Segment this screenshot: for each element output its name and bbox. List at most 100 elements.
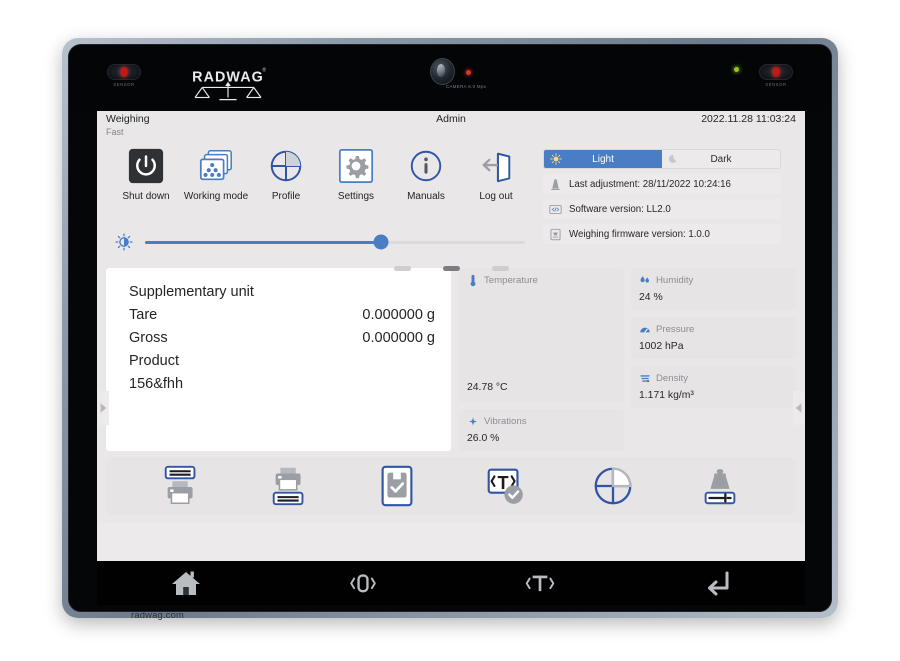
shortcut-shut-down-label: Shut down xyxy=(122,191,170,202)
sensor-led-right xyxy=(773,67,779,77)
brightness-slider[interactable] xyxy=(115,233,525,251)
shortcut-log-out-label: Log out xyxy=(479,191,513,202)
home-button[interactable] xyxy=(97,568,274,598)
sensor-card-density[interactable]: Density 1.171 kg/m³ xyxy=(631,366,796,408)
profile-icon xyxy=(267,147,305,185)
title-bar: Weighing Fast Admin 2022.11.28 11:03:24 xyxy=(97,111,805,141)
vibration-icon xyxy=(467,415,479,428)
sensor-card-title: Humidity xyxy=(656,275,694,286)
info-row-software-version[interactable]: Software version: LL2.0 xyxy=(543,199,781,219)
device-footer-url: radwag.com xyxy=(131,609,185,620)
home-icon xyxy=(169,568,203,598)
prev-page-arrow[interactable] xyxy=(97,391,109,425)
device-top-bezel: SENSOR RADWAG ® CAMERA 8.0 Mpx SENSOR xyxy=(69,45,831,111)
readout-row: 156&fhh xyxy=(129,373,435,396)
shortcut-profile-label: Profile xyxy=(271,191,301,202)
readout-label: Supplementary unit xyxy=(129,284,254,300)
working-mode-icon xyxy=(197,147,235,185)
next-page-arrow[interactable] xyxy=(793,391,805,425)
info-row-last-adjustment[interactable]: Last adjustment: 28/11/2022 10:24:16 xyxy=(543,174,781,194)
moon-icon xyxy=(668,153,680,165)
main-content: Supplementary unit Tare 0.000000 g Gross… xyxy=(97,263,805,451)
theme-light-option[interactable]: Light xyxy=(544,150,662,168)
print-header-button[interactable] xyxy=(128,457,236,515)
pressure-icon xyxy=(639,323,651,336)
user-label: Admin xyxy=(436,113,466,125)
camera-indicator-led xyxy=(466,70,471,75)
brightness-icon xyxy=(115,233,133,251)
weight-adjust-icon xyxy=(549,178,562,191)
tare-button[interactable] xyxy=(451,568,628,598)
zero-button[interactable] xyxy=(274,568,451,598)
info-row-firmware-version[interactable]: Weighing firmware version: 1.0.0 xyxy=(543,224,781,244)
readout-value: 0.000000 g xyxy=(362,307,435,323)
readout-row: Supplementary unit xyxy=(129,281,435,304)
readout-label: Product xyxy=(129,353,179,369)
sensor-card-title: Pressure xyxy=(656,324,695,335)
theme-dark-option[interactable]: Dark xyxy=(662,150,780,168)
info-row-last-adjustment-text: Last adjustment: 28/11/2022 10:24:16 xyxy=(569,178,731,190)
navigation-bar xyxy=(97,561,805,605)
sensor-card-title: Vibrations xyxy=(484,416,527,427)
sensor-card-vibrations[interactable]: Vibrations 26.0 % xyxy=(459,409,624,451)
readout-row: Gross 0.000000 g xyxy=(129,327,435,350)
tare-check-icon: T xyxy=(482,463,528,509)
tare-confirm-button[interactable]: T xyxy=(451,457,559,515)
theme-switch[interactable]: Light Dark xyxy=(543,149,781,169)
camera-label: CAMERA 8.0 Mpx xyxy=(446,84,487,89)
profile-label: Fast xyxy=(106,127,124,137)
zero-icon xyxy=(346,568,380,598)
power-icon xyxy=(127,147,165,185)
svg-text:®: ® xyxy=(262,67,266,74)
print-header-icon xyxy=(159,463,205,509)
weight-slider-icon xyxy=(697,463,743,509)
print-footer-button[interactable] xyxy=(236,457,344,515)
sensor-card-value: 1.171 kg/m³ xyxy=(639,390,694,401)
sensor-card-humidity[interactable]: Humidity 24 % xyxy=(631,268,796,310)
density-icon xyxy=(639,372,651,385)
save-product-button[interactable] xyxy=(343,457,451,515)
readout-label: Gross xyxy=(129,330,168,346)
theme-light-label: Light xyxy=(592,153,614,165)
brightness-thumb[interactable] xyxy=(373,234,389,250)
brightness-track[interactable] xyxy=(145,234,525,250)
logout-icon xyxy=(477,147,515,185)
shortcut-settings-label: Settings xyxy=(337,191,375,202)
function-toolbar-wrapper: T xyxy=(97,451,805,523)
humidity-icon xyxy=(639,274,651,287)
tare-icon xyxy=(523,568,557,598)
enter-button[interactable] xyxy=(628,568,805,598)
info-row-firmware-version-text: Weighing firmware version: 1.0.0 xyxy=(569,228,710,240)
sensor-card-header: Pressure xyxy=(639,323,788,336)
shortcut-working-mode-label: Working mode xyxy=(183,191,249,202)
sensor-card-header: Density xyxy=(639,372,788,385)
info-panel: Light Dark Last adjustment: 28/11/2022 1… xyxy=(543,141,791,263)
camera-lens-icon xyxy=(430,58,455,85)
sensor-card-pressure[interactable]: Pressure 1002 hPa xyxy=(631,317,796,359)
sensor-card-header: Temperature xyxy=(467,274,616,287)
sensor-card-value: 26.0 % xyxy=(467,433,500,444)
profile-select-button[interactable] xyxy=(559,457,667,515)
theme-dark-label: Dark xyxy=(710,153,732,165)
sensor-led-left xyxy=(121,67,127,77)
sensor-card-temperature[interactable]: Temperature 24.78 °C xyxy=(459,268,624,402)
proximity-sensor-right xyxy=(759,64,793,80)
sensor-grid: Temperature 24.78 °C Vibrations 26.0 % H… xyxy=(459,268,796,451)
sensor-column-left: Temperature 24.78 °C Vibrations 26.0 % xyxy=(459,268,624,451)
sensor-card-value: 24.78 °C xyxy=(467,382,508,393)
screenshot-root: SENSOR RADWAG ® CAMERA 8.0 Mpx SENSOR We… xyxy=(0,0,900,661)
sensor-right-label: SENSOR xyxy=(765,82,787,87)
camera-module: CAMERA 8.0 Mpx xyxy=(416,56,508,100)
print-footer-icon xyxy=(267,463,313,509)
weight-readout-panel[interactable]: Supplementary unit Tare 0.000000 g Gross… xyxy=(106,268,451,451)
shortcut-manuals-label: Manuals xyxy=(407,191,445,202)
sun-icon xyxy=(550,153,562,165)
touchscreen: Weighing Fast Admin 2022.11.28 11:03:24 xyxy=(97,111,805,561)
top-section: Shut down Working mode Profile Settings … xyxy=(97,141,805,263)
save-check-icon xyxy=(374,463,420,509)
calibration-weight-button[interactable] xyxy=(666,457,774,515)
readout-row: Tare 0.000000 g xyxy=(129,304,435,327)
readout-row: Product xyxy=(129,350,435,373)
sensor-card-header: Humidity xyxy=(639,274,788,287)
sensor-column-right: Humidity 24 % Pressure 1002 hPa Density … xyxy=(631,268,796,451)
